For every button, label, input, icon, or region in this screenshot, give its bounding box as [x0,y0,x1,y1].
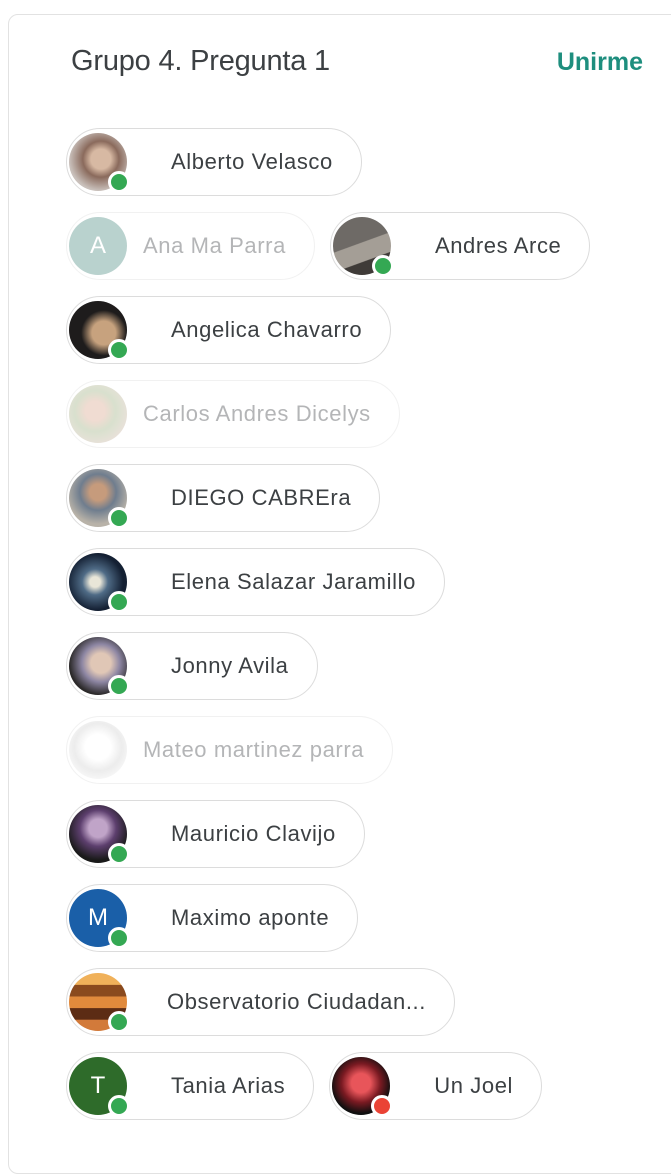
member-chip[interactable]: A Ana Ma Parra [66,212,315,280]
member-chip[interactable]: Un Joel [329,1052,543,1120]
avatar [69,469,130,529]
online-status-icon [108,843,130,865]
member-list: Alberto Velasco A Ana Ma Parra Andres Ar… [66,128,666,1136]
member-row: Alberto Velasco [66,128,666,196]
group-header: Grupo 4. Pregunta 1 Unirme [71,45,651,85]
member-chip[interactable]: Mateo martinez parra [66,716,394,784]
member-name: Jonny Avila [171,653,289,678]
member-chip[interactable]: M Maximo aponte [66,884,359,952]
member-name: Un Joel [434,1073,514,1098]
member-name: Observatorio Ciudadan... [167,989,426,1014]
avatar [69,133,130,193]
member-name: Maximo aponte [171,905,330,930]
member-chip[interactable]: Carlos Andres Dicelys [66,380,400,448]
online-status-icon [371,255,394,277]
member-row: Angelica Chavarro [66,296,666,364]
online-status-icon [108,507,130,529]
member-row: M Maximo aponte [66,884,666,952]
avatar: M [69,889,130,949]
avatar [69,553,130,613]
member-chip[interactable]: Andres Arce [329,212,591,280]
member-row: Carlos Andres Dicelys [66,380,666,448]
member-name: Ana Ma Parra [143,233,286,258]
member-name: DIEGO CABREra [171,485,352,510]
avatar [332,217,394,277]
avatar [69,385,127,443]
member-name: Angelica Chavarro [171,317,363,342]
online-status-icon [108,171,130,193]
member-chip[interactable]: Jonny Avila [66,632,318,700]
avatar: T [69,1057,130,1117]
online-status-icon [108,591,130,613]
member-name: Mauricio Clavijo [171,821,336,846]
member-chip[interactable]: Observatorio Ciudadan... [66,968,455,1036]
member-row: A Ana Ma Parra Andres Arce [66,212,666,280]
group-title: Grupo 4. Pregunta 1 [71,45,330,77]
member-row: Observatorio Ciudadan... [66,968,666,1036]
online-status-icon [108,1095,130,1117]
member-row: Mauricio Clavijo [66,800,666,868]
member-chip[interactable]: Alberto Velasco [66,128,362,196]
member-chip[interactable]: Elena Salazar Jaramillo [66,548,445,616]
online-status-icon [108,675,130,697]
member-chip[interactable]: DIEGO CABREra [66,464,381,532]
member-row: T Tania Arias Un Joel [66,1052,666,1120]
avatar [69,973,130,1033]
member-row: DIEGO CABREra [66,464,666,532]
avatar [69,805,130,865]
member-name: Tania Arias [171,1073,286,1098]
join-button[interactable]: Unirme [557,48,643,77]
member-name: Elena Salazar Jaramillo [171,569,416,594]
member-name: Alberto Velasco [171,149,333,174]
avatar-initial: A [69,217,127,275]
member-row: Jonny Avila [66,632,666,700]
member-name: Mateo martinez parra [143,737,365,762]
online-status-icon [108,339,130,361]
busy-status-icon [371,1095,394,1117]
avatar [69,721,127,779]
avatar [69,301,130,361]
member-name: Carlos Andres Dicelys [143,401,371,426]
member-name: Andres Arce [434,233,562,258]
member-chip[interactable]: Mauricio Clavijo [66,800,365,868]
member-row: Elena Salazar Jaramillo [66,548,666,616]
avatar [69,637,130,697]
avatar: A [69,217,127,275]
online-status-icon [108,1011,130,1033]
member-row: Mateo martinez parra [66,716,666,784]
avatar [332,1057,394,1117]
member-chip[interactable]: T Tania Arias [66,1052,315,1120]
member-chip[interactable]: Angelica Chavarro [66,296,392,364]
online-status-icon [108,927,130,949]
